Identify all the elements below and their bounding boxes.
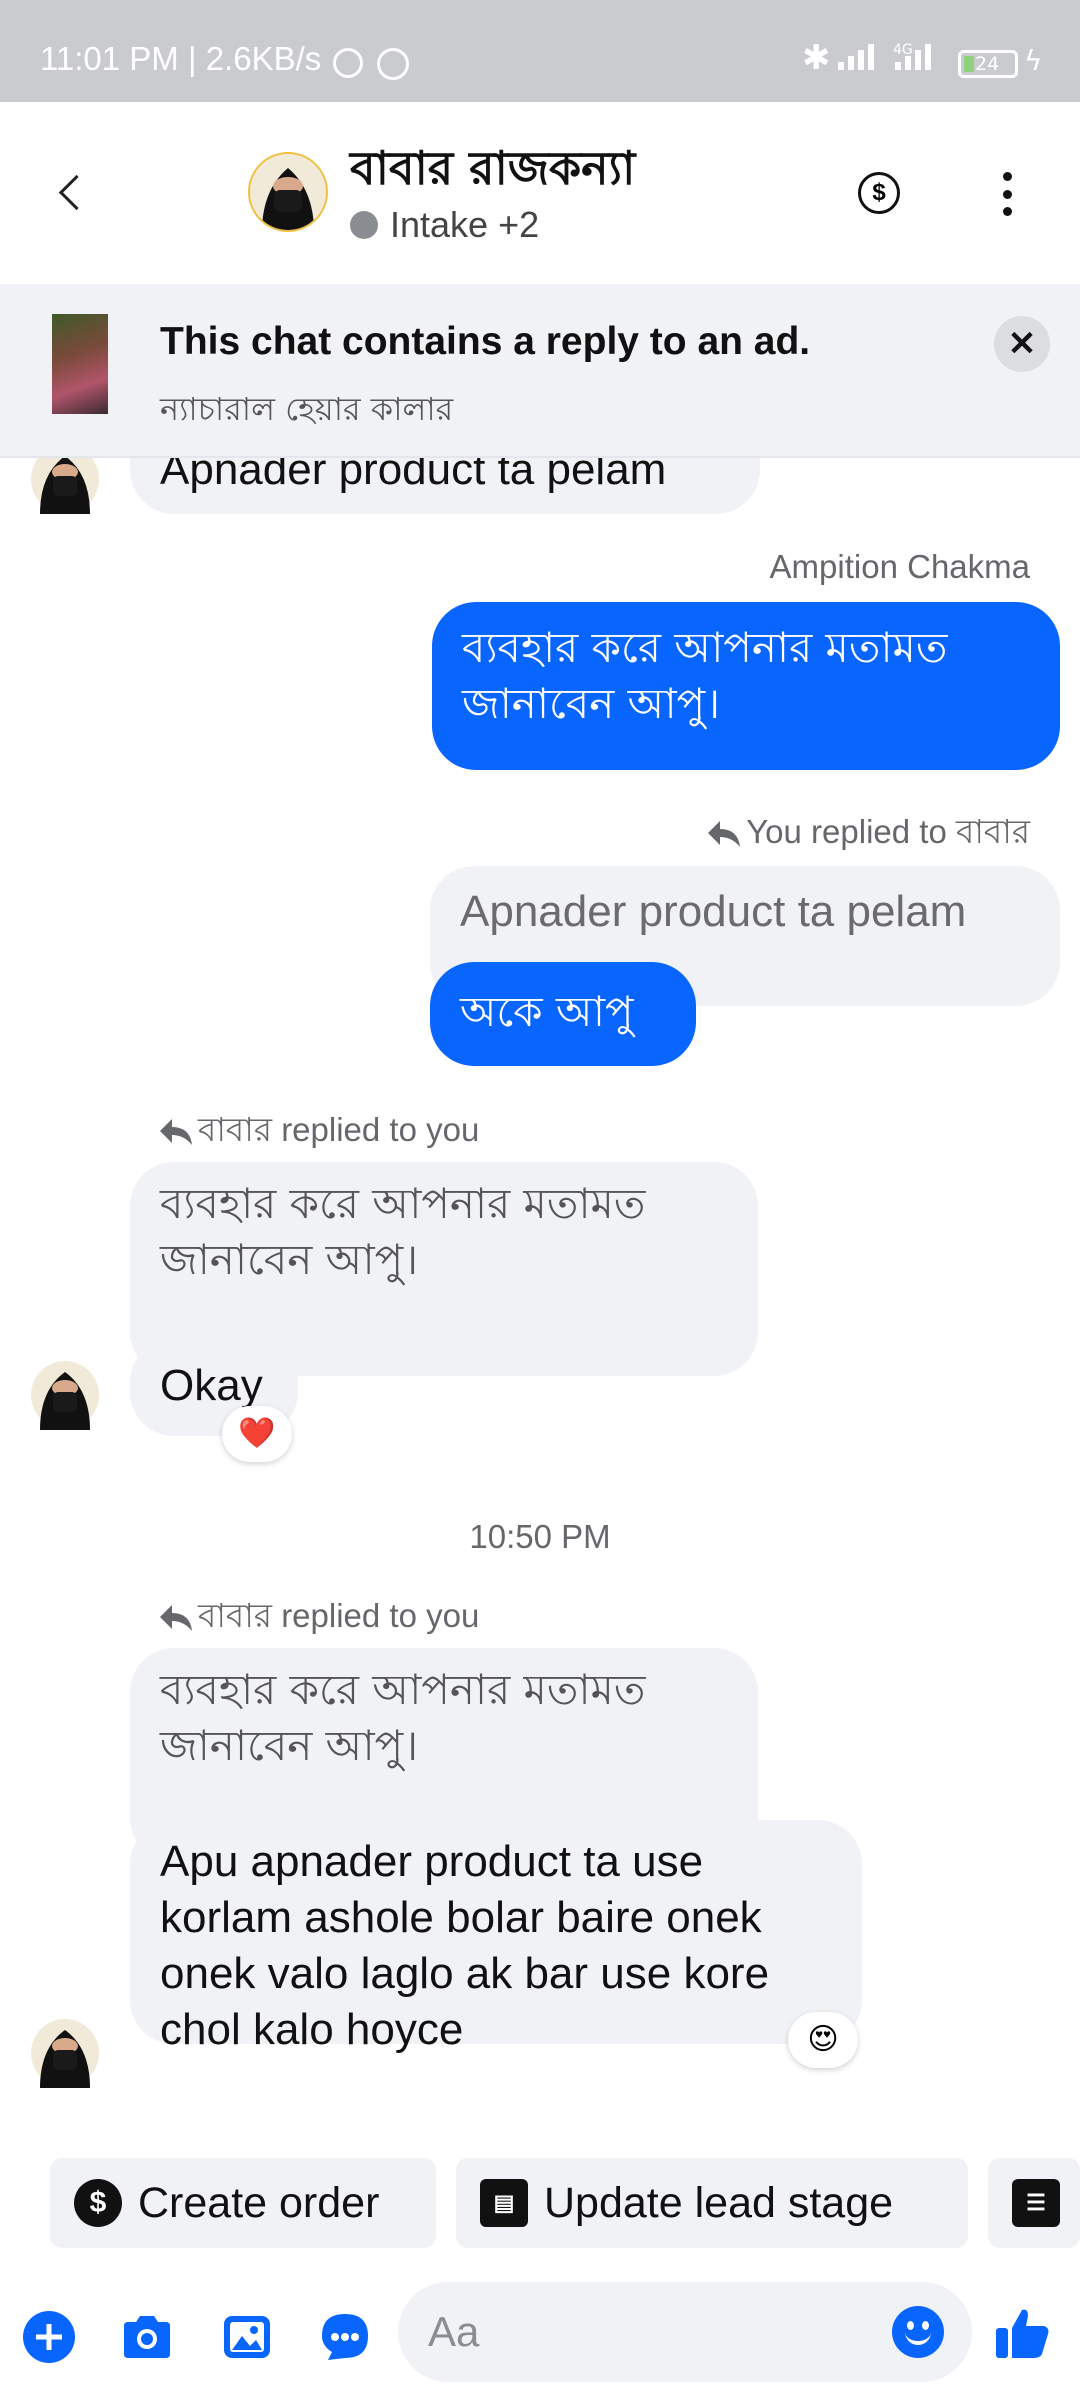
- notes-button[interactable]: ☰: [988, 2158, 1080, 2248]
- message-bubble[interactable]: Apu apnader product ta use korlam ashole…: [130, 1820, 862, 2054]
- reply-hint: You replied to বাবার: [706, 806, 1030, 862]
- battery-icon: 24: [958, 50, 1018, 78]
- message-line: জানাবেন আপু।: [462, 679, 721, 728]
- emoji-icon[interactable]: [892, 2306, 944, 2358]
- create-order-label: Create order: [138, 2178, 380, 2227]
- quick-actions-bar[interactable]: $ Create order ▤ Update lead stage ☰: [0, 2144, 1080, 2264]
- chat-bubble-icon[interactable]: [318, 2310, 372, 2364]
- sender-avatar[interactable]: [30, 1360, 100, 1430]
- ad-thumbnail[interactable]: [52, 314, 108, 414]
- contact-status[interactable]: Intake +2: [350, 204, 539, 246]
- message-bubble[interactable]: অকে আপু: [430, 962, 696, 1066]
- ad-banner-subtitle: ন্যাচারাল হেয়ার কালার: [160, 390, 454, 428]
- message-line: জানাবেন আপু।: [160, 1235, 419, 1284]
- update-lead-stage-label: Update lead stage: [544, 2178, 894, 2227]
- gallery-icon[interactable]: [220, 2310, 274, 2364]
- reaction-heart-icon[interactable]: ❤️: [222, 1406, 292, 1462]
- contact-card-icon: ▤: [480, 2179, 528, 2227]
- create-order-button[interactable]: $ Create order: [50, 2158, 436, 2248]
- message-line: ব্যবহার করে আপনার মতামত: [160, 1665, 646, 1714]
- message-input[interactable]: Aa: [398, 2282, 972, 2382]
- status-dot-icon: [350, 211, 378, 239]
- back-button[interactable]: [52, 166, 92, 222]
- reply-hint: বাবার replied to you: [158, 1104, 479, 1160]
- app-notification-icon: [377, 48, 409, 80]
- dollar-icon: $: [74, 2179, 122, 2227]
- reaction-heart-eyes-icon[interactable]: 😍: [788, 2012, 858, 2068]
- status-label: Intake +2: [390, 204, 540, 245]
- reply-arrow-icon: [708, 821, 741, 847]
- contact-avatar[interactable]: [248, 152, 328, 232]
- charging-icon: ϟ: [1024, 44, 1043, 77]
- bluetooth-icon: ✱: [802, 38, 831, 78]
- message-line: korlam ashole bolar baire onek: [160, 1893, 762, 1942]
- status-bar: 11:01 PM | 2.6KB/s ✱ 4G 24 ϟ: [0, 0, 1080, 102]
- sender-avatar[interactable]: [30, 2018, 100, 2088]
- message-composer: Aa: [0, 2264, 1080, 2400]
- reply-arrow-icon: [160, 1605, 192, 1631]
- battery-level: 24: [975, 53, 1000, 75]
- thumbs-up-icon[interactable]: [994, 2304, 1052, 2362]
- contact-name[interactable]: বাবার রাজকন্যা: [350, 134, 635, 210]
- message-line: onek valo laglo ak bar use kore: [160, 1949, 770, 1998]
- more-options-icon[interactable]: [1000, 172, 1014, 216]
- message-line: ব্যবহার করে আপনার মতামত: [160, 1179, 646, 1228]
- message-line: জানাবেন আপু।: [160, 1721, 419, 1770]
- ad-banner-title: This chat contains a reply to an ad.: [160, 320, 811, 363]
- plus-icon[interactable]: [22, 2310, 76, 2364]
- message-line: ব্যবহার করে আপনার মতামত: [462, 623, 948, 672]
- reply-hint: বাবার replied to you: [158, 1590, 479, 1646]
- dollar-icon[interactable]: $: [858, 172, 900, 214]
- message-bubble[interactable]: Apnader product ta pelam: [130, 458, 760, 514]
- sender-avatar[interactable]: [30, 458, 100, 514]
- reply-arrow-icon: [160, 1119, 192, 1145]
- alarm-icon: [333, 48, 363, 78]
- update-lead-stage-button[interactable]: ▤ Update lead stage: [456, 2158, 968, 2248]
- message-bubble[interactable]: ব্যবহার করে আপনার মতামত জানাবেন আপু।: [432, 602, 1060, 770]
- message-line: chol kalo hoyce: [160, 2005, 464, 2054]
- camera-icon[interactable]: [120, 2310, 174, 2364]
- network-type-label: 4G: [893, 42, 913, 58]
- sender-name: Ampition Chakma: [769, 548, 1030, 585]
- chat-header: বাবার রাজকন্যা Intake +2 $: [0, 102, 1080, 284]
- ad-reply-banner[interactable]: This chat contains a reply to an ad. ন্য…: [0, 284, 1080, 458]
- message-list[interactable]: Apnader product ta pelam Ampition Chakma…: [0, 458, 1080, 2144]
- timestamp: 10:50 PM: [469, 1518, 611, 1555]
- status-time-speed: 11:01 PM | 2.6KB/s: [40, 40, 322, 77]
- signal-icon: [838, 44, 874, 70]
- message-line: Apu apnader product ta use: [160, 1837, 704, 1886]
- notes-icon: ☰: [1012, 2179, 1060, 2227]
- close-icon[interactable]: ✕: [994, 316, 1050, 372]
